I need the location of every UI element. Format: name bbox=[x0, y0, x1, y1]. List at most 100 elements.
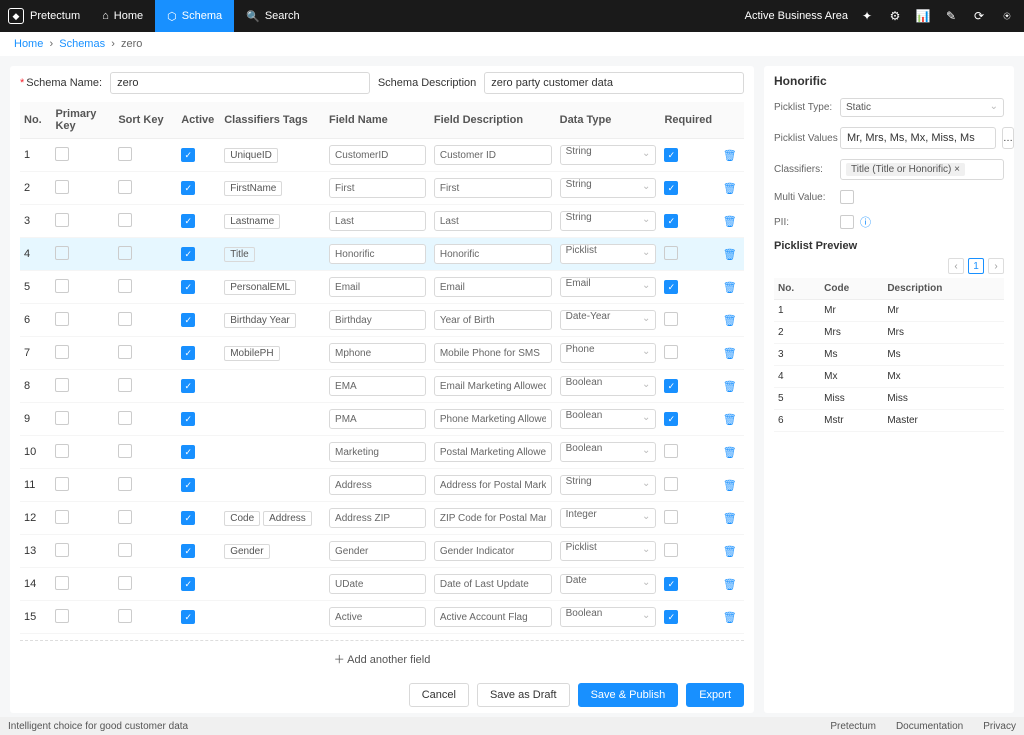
tags-cell[interactable] bbox=[220, 403, 325, 436]
data-type-select[interactable]: Date-Year bbox=[560, 310, 657, 330]
classifier-tag[interactable]: UniqueID bbox=[224, 148, 278, 163]
tags-cell[interactable] bbox=[220, 601, 325, 634]
classifier-tag[interactable]: MobilePH bbox=[224, 346, 279, 361]
data-type-select[interactable]: Email bbox=[560, 277, 657, 297]
sk-checkbox[interactable] bbox=[118, 213, 132, 227]
data-type-select[interactable]: String bbox=[560, 475, 657, 495]
tags-cell[interactable] bbox=[220, 370, 325, 403]
table-row[interactable]: 4 ✓ Title Picklist 🗑 bbox=[20, 238, 744, 271]
nav-search[interactable]: 🔍Search bbox=[234, 0, 312, 32]
table-row[interactable]: 3 ✓ Lastname String ✓ 🗑 bbox=[20, 205, 744, 238]
classifiers-input[interactable]: Title (Title or Honorific) × bbox=[840, 159, 1004, 180]
field-desc-input[interactable] bbox=[434, 178, 552, 198]
cancel-button[interactable]: Cancel bbox=[409, 683, 469, 707]
picklist-values-more-button[interactable]: … bbox=[1002, 127, 1014, 149]
chart-icon[interactable]: 📊 bbox=[914, 7, 932, 25]
tags-cell[interactable]: UniqueID bbox=[220, 139, 325, 172]
save-draft-button[interactable]: Save as Draft bbox=[477, 683, 570, 707]
tags-cell[interactable] bbox=[220, 436, 325, 469]
delete-row-button[interactable]: 🗑 bbox=[723, 546, 737, 558]
required-checkbox[interactable]: ✓ bbox=[664, 379, 678, 393]
delete-row-button[interactable]: 🗑 bbox=[723, 381, 737, 393]
pk-checkbox[interactable] bbox=[55, 246, 69, 260]
breadcrumb-home[interactable]: Home bbox=[14, 38, 43, 50]
data-type-select[interactable]: Boolean bbox=[560, 376, 657, 396]
sk-checkbox[interactable] bbox=[118, 345, 132, 359]
export-button[interactable]: Export bbox=[686, 683, 744, 707]
breadcrumb-schemas[interactable]: Schemas bbox=[59, 38, 105, 50]
field-name-input[interactable] bbox=[329, 211, 426, 231]
active-checkbox[interactable]: ✓ bbox=[181, 445, 195, 459]
tags-cell[interactable] bbox=[220, 469, 325, 502]
field-name-input[interactable] bbox=[329, 310, 426, 330]
pk-checkbox[interactable] bbox=[55, 543, 69, 557]
table-row[interactable]: 10 ✓ Boolean 🗑 bbox=[20, 436, 744, 469]
footer-docs[interactable]: Documentation bbox=[896, 721, 963, 732]
nav-schema[interactable]: ⬡Schema bbox=[155, 0, 234, 32]
required-checkbox[interactable] bbox=[664, 444, 678, 458]
active-checkbox[interactable]: ✓ bbox=[181, 511, 195, 525]
sk-checkbox[interactable] bbox=[118, 444, 132, 458]
field-name-input[interactable] bbox=[329, 607, 426, 627]
picklist-type-select[interactable]: Static bbox=[840, 98, 1004, 117]
delete-row-button[interactable]: 🗑 bbox=[723, 249, 737, 261]
required-checkbox[interactable] bbox=[664, 345, 678, 359]
field-name-input[interactable] bbox=[329, 409, 426, 429]
sk-checkbox[interactable] bbox=[118, 378, 132, 392]
classifier-tag[interactable]: Gender bbox=[224, 544, 269, 559]
sk-checkbox[interactable] bbox=[118, 279, 132, 293]
refresh-icon[interactable]: ⟳ bbox=[970, 7, 988, 25]
pk-checkbox[interactable] bbox=[55, 147, 69, 161]
field-desc-input[interactable] bbox=[434, 277, 552, 297]
field-desc-input[interactable] bbox=[434, 508, 552, 528]
active-checkbox[interactable]: ✓ bbox=[181, 313, 195, 327]
delete-row-button[interactable]: 🗑 bbox=[723, 480, 737, 492]
table-row[interactable]: 13 ✓ Gender Picklist 🗑 bbox=[20, 535, 744, 568]
required-checkbox[interactable] bbox=[664, 312, 678, 326]
active-checkbox[interactable]: ✓ bbox=[181, 214, 195, 228]
required-checkbox[interactable]: ✓ bbox=[664, 148, 678, 162]
pk-checkbox[interactable] bbox=[55, 279, 69, 293]
tags-cell[interactable]: Birthday Year bbox=[220, 304, 325, 337]
schema-desc-input[interactable] bbox=[484, 72, 744, 94]
tags-cell[interactable]: FirstName bbox=[220, 172, 325, 205]
table-row[interactable]: 12 ✓ CodeAddress Integer 🗑 bbox=[20, 502, 744, 535]
delete-row-button[interactable]: 🗑 bbox=[723, 348, 737, 360]
save-publish-button[interactable]: Save & Publish bbox=[578, 683, 679, 707]
active-checkbox[interactable]: ✓ bbox=[181, 247, 195, 261]
info-icon[interactable]: ⓘ bbox=[860, 214, 871, 230]
delete-row-button[interactable]: 🗑 bbox=[723, 579, 737, 591]
sk-checkbox[interactable] bbox=[118, 312, 132, 326]
pager-prev[interactable]: ‹ bbox=[948, 258, 964, 274]
table-row[interactable]: 9 ✓ Boolean ✓ 🗑 bbox=[20, 403, 744, 436]
delete-row-button[interactable]: 🗑 bbox=[723, 183, 737, 195]
data-type-select[interactable]: String bbox=[560, 145, 657, 165]
field-desc-input[interactable] bbox=[434, 574, 552, 594]
delete-row-button[interactable]: 🗑 bbox=[723, 315, 737, 327]
pk-checkbox[interactable] bbox=[55, 510, 69, 524]
pk-checkbox[interactable] bbox=[55, 180, 69, 194]
pk-checkbox[interactable] bbox=[55, 213, 69, 227]
field-name-input[interactable] bbox=[329, 244, 426, 264]
pager-page[interactable]: 1 bbox=[968, 258, 984, 274]
tags-cell[interactable]: Lastname bbox=[220, 205, 325, 238]
field-desc-input[interactable] bbox=[434, 541, 552, 561]
field-desc-input[interactable] bbox=[434, 376, 552, 396]
pager-next[interactable]: › bbox=[988, 258, 1004, 274]
table-row[interactable]: 11 ✓ String 🗑 bbox=[20, 469, 744, 502]
active-checkbox[interactable]: ✓ bbox=[181, 379, 195, 393]
table-row[interactable]: 6 ✓ Birthday Year Date-Year 🗑 bbox=[20, 304, 744, 337]
tags-cell[interactable]: PersonalEML bbox=[220, 271, 325, 304]
delete-row-button[interactable]: 🗑 bbox=[723, 612, 737, 624]
tags-cell[interactable] bbox=[220, 568, 325, 601]
data-type-select[interactable]: String bbox=[560, 211, 657, 231]
schema-name-input[interactable] bbox=[110, 72, 370, 94]
sk-checkbox[interactable] bbox=[118, 411, 132, 425]
required-checkbox[interactable]: ✓ bbox=[664, 577, 678, 591]
field-desc-input[interactable] bbox=[434, 244, 552, 264]
field-desc-input[interactable] bbox=[434, 310, 552, 330]
sk-checkbox[interactable] bbox=[118, 543, 132, 557]
key-icon[interactable]: ✎ bbox=[942, 7, 960, 25]
active-checkbox[interactable]: ✓ bbox=[181, 412, 195, 426]
field-name-input[interactable] bbox=[329, 508, 426, 528]
